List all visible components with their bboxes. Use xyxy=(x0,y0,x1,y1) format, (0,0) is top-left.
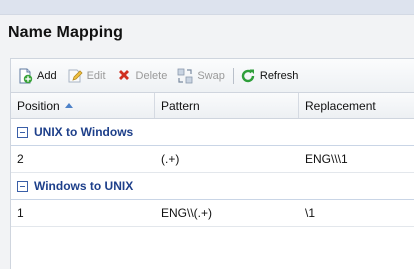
edit-button[interactable]: Edit xyxy=(67,68,106,84)
swap-button[interactable]: Swap xyxy=(177,68,225,84)
name-mapping-panel: Add Edit Delete Swap Refresh Position Pa… xyxy=(10,58,414,269)
swap-label: Swap xyxy=(197,69,225,82)
refresh-label: Refresh xyxy=(259,69,299,82)
replacement-cell: ENG\\\1 xyxy=(305,152,348,166)
delete-label: Delete xyxy=(135,69,168,82)
position-cell: 2 xyxy=(17,152,24,166)
position-cell: 1 xyxy=(17,206,24,220)
page-title: Name Mapping xyxy=(8,24,123,41)
swap-icon xyxy=(177,68,193,84)
collapse-icon[interactable] xyxy=(17,126,28,138)
replacement-cell: \1 xyxy=(305,206,316,220)
edit-label: Edit xyxy=(86,69,106,82)
group-label: UNIX to Windows xyxy=(34,125,134,139)
table-header: Position Pattern Replacement xyxy=(11,93,414,119)
add-button[interactable]: Add xyxy=(17,68,57,84)
column-header-pattern[interactable]: Pattern xyxy=(155,93,299,118)
delete-icon xyxy=(116,68,132,84)
add-icon xyxy=(17,68,33,84)
column-header-position[interactable]: Position xyxy=(11,93,155,118)
table-row[interactable]: 2 (.+) ENG\\\1 xyxy=(11,146,414,173)
pattern-cell: (.+) xyxy=(161,152,180,166)
add-label: Add xyxy=(37,69,57,82)
table-row[interactable]: 1 ENG\\(.+) \1 xyxy=(11,200,414,227)
collapse-icon[interactable] xyxy=(17,180,28,192)
refresh-icon xyxy=(240,68,256,84)
toolbar: Add Edit Delete Swap Refresh xyxy=(11,59,414,93)
column-header-replacement[interactable]: Replacement xyxy=(299,93,414,118)
delete-button[interactable]: Delete xyxy=(116,68,168,84)
column-header-label: Replacement xyxy=(305,98,376,113)
sort-ascending-icon xyxy=(64,103,73,108)
column-header-label: Pattern xyxy=(161,98,200,113)
pattern-cell: ENG\\(.+) xyxy=(161,206,213,220)
top-strip xyxy=(0,0,414,15)
toolbar-separator xyxy=(232,67,234,84)
group-label: Windows to UNIX xyxy=(34,179,134,193)
group-row-windows-to-unix[interactable]: Windows to UNIX xyxy=(11,173,414,200)
refresh-button[interactable]: Refresh xyxy=(240,68,299,84)
group-row-unix-to-windows[interactable]: UNIX to Windows xyxy=(11,119,414,146)
edit-icon xyxy=(67,68,83,84)
column-header-label: Position xyxy=(17,98,60,113)
